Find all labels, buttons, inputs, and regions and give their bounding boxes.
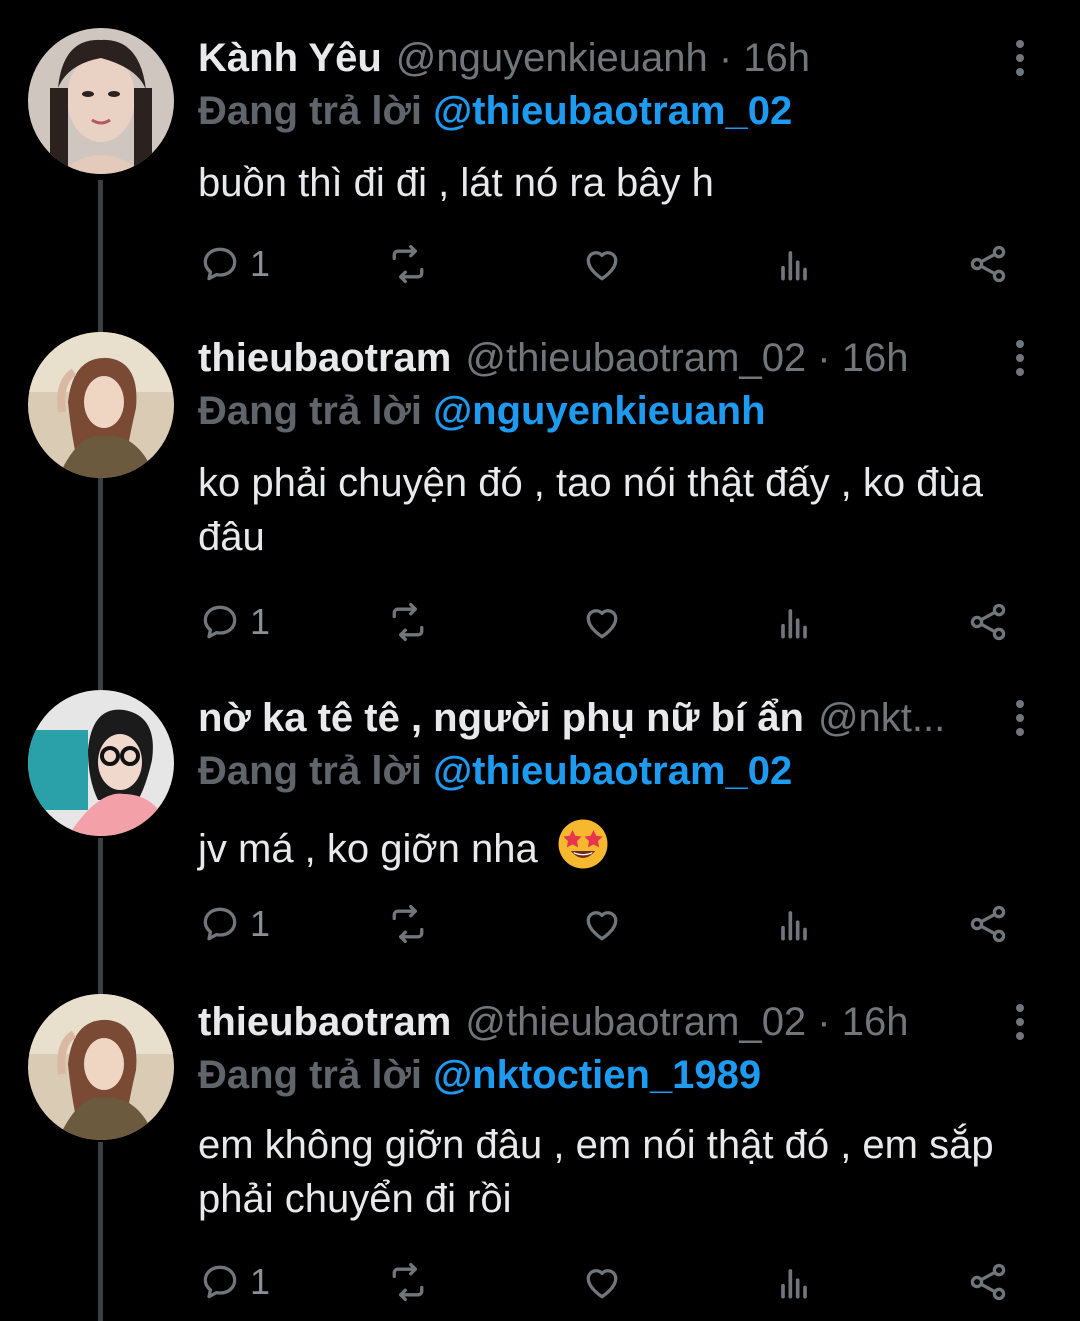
avatar[interactable] — [28, 994, 174, 1140]
share-button[interactable] — [966, 592, 1010, 652]
more-vertical-icon[interactable] — [1008, 700, 1032, 736]
share-button[interactable] — [966, 894, 1010, 954]
replying-to-handle[interactable]: @thieubaotram_02 — [433, 749, 792, 793]
heart-icon — [586, 1269, 618, 1299]
user-handle[interactable]: @nguyenkieuanh · 16h — [396, 36, 810, 80]
tweet-header: thieubaotram @thieubaotram_02 · 16h — [198, 328, 980, 388]
user-handle[interactable]: @thieubaotram_02 · 16h — [465, 1000, 908, 1044]
like-button[interactable] — [580, 592, 624, 652]
tweet-text: jv má , ko giỡn nha — [198, 827, 538, 871]
user-handle[interactable]: @thieubaotram_02 · 16h — [465, 336, 908, 380]
views-icon — [781, 251, 807, 281]
like-button[interactable] — [580, 234, 624, 294]
display-name[interactable]: thieubaotram — [198, 1000, 451, 1044]
reply-button[interactable]: 1 — [198, 894, 270, 954]
avatar[interactable] — [28, 690, 174, 836]
reply-count: 1 — [250, 903, 271, 944]
reply-count: 1 — [250, 601, 271, 642]
replying-to: Đang trả lời @nguyenkieuanh — [198, 383, 766, 439]
action-bar: 1 — [198, 592, 1018, 652]
replying-to-label: Đang trả lời — [198, 1053, 434, 1097]
views-icon — [781, 609, 807, 639]
retweet-icon — [392, 244, 424, 284]
tweet[interactable]: thieubaotram @thieubaotram_02 · 16h Đang … — [0, 992, 1080, 1321]
tweet-header: thieubaotram @thieubaotram_02 · 16h — [198, 992, 980, 1052]
replying-to-label: Đang trả lời — [198, 749, 434, 793]
views-icon — [781, 911, 807, 941]
share-button[interactable] — [966, 234, 1010, 294]
share-icon — [970, 905, 1006, 943]
reply-button[interactable]: 1 — [198, 1252, 270, 1312]
avatar[interactable] — [28, 28, 174, 174]
tweet-text: em không giỡn đâu , em nói thật đó , em … — [198, 1123, 994, 1221]
share-icon — [970, 1263, 1006, 1301]
like-button[interactable] — [580, 894, 624, 954]
more-vertical-icon[interactable] — [1008, 1004, 1032, 1040]
replying-to-label: Đang trả lời — [198, 89, 434, 133]
replying-to-label: Đang trả lời — [198, 389, 434, 433]
share-icon — [970, 245, 1006, 283]
reply-icon — [203, 907, 237, 941]
retweet-icon — [392, 904, 424, 944]
star-struck-emoji — [558, 819, 608, 869]
tweet[interactable]: thieubaotram @thieubaotram_02 · 16h Đang … — [0, 328, 1080, 673]
tweet-text: ko phải chuyện đó , tao nói thật đấy , k… — [198, 461, 983, 559]
user-handle[interactable]: @nkt... — [818, 696, 945, 740]
display-name[interactable]: nờ ka tê tê , người phụ nữ bí ẩn — [198, 696, 804, 740]
replying-to: Đang trả lời @nktoctien_1989 — [198, 1047, 761, 1103]
views-button[interactable] — [772, 894, 816, 954]
share-icon — [970, 603, 1006, 641]
replying-to: Đang trả lời @thieubaotram_02 — [198, 83, 792, 139]
action-bar: 1 — [198, 1252, 1018, 1312]
more-vertical-icon[interactable] — [1008, 40, 1032, 76]
views-button[interactable] — [772, 592, 816, 652]
heart-icon — [586, 609, 618, 639]
reply-count: 1 — [250, 243, 271, 284]
retweet-button[interactable] — [386, 234, 430, 294]
reply-icon — [203, 605, 237, 639]
more-vertical-icon[interactable] — [1008, 340, 1032, 376]
tweet-text: buồn thì đi đi , lát nó ra bây h — [198, 161, 714, 205]
like-button[interactable] — [580, 1252, 624, 1312]
action-bar: 1 — [198, 234, 1018, 294]
reply-icon — [203, 247, 237, 281]
reply-button[interactable]: 1 — [198, 234, 270, 294]
tweet-header: nờ ka tê tê , người phụ nữ bí ẩn @nkt... — [198, 688, 980, 748]
views-icon — [781, 1269, 807, 1299]
replying-to: Đang trả lời @thieubaotram_02 — [198, 743, 792, 799]
display-name[interactable]: thieubaotram — [198, 336, 451, 380]
reply-button[interactable]: 1 — [198, 592, 270, 652]
tweet-header: Kành Yêu @nguyenkieuanh · 16h — [198, 28, 980, 88]
tweet[interactable]: nờ ka tê tê , người phụ nữ bí ẩn @nkt... … — [0, 688, 1080, 988]
share-button[interactable] — [966, 1252, 1010, 1312]
reply-icon — [203, 1265, 237, 1299]
heart-icon — [586, 911, 618, 941]
replying-to-handle[interactable]: @nktoctien_1989 — [433, 1053, 761, 1097]
display-name[interactable]: Kành Yêu — [198, 36, 382, 80]
reply-count: 1 — [250, 1261, 271, 1302]
views-button[interactable] — [772, 234, 816, 294]
retweet-button[interactable] — [386, 894, 430, 954]
replying-to-handle[interactable]: @nguyenkieuanh — [433, 389, 765, 433]
retweet-icon — [392, 1262, 424, 1302]
retweet-button[interactable] — [386, 592, 430, 652]
retweet-button[interactable] — [386, 1252, 430, 1312]
heart-icon — [586, 251, 618, 281]
avatar[interactable] — [28, 332, 174, 478]
views-button[interactable] — [772, 1252, 816, 1312]
replying-to-handle[interactable]: @thieubaotram_02 — [433, 89, 792, 133]
tweet-text-container: jv má , ko giỡn nha — [198, 816, 1028, 876]
retweet-icon — [392, 602, 424, 642]
tweet[interactable]: Kành Yêu @nguyenkieuanh · 16h Đang trả lờ… — [0, 28, 1080, 328]
action-bar: 1 — [198, 894, 1018, 954]
